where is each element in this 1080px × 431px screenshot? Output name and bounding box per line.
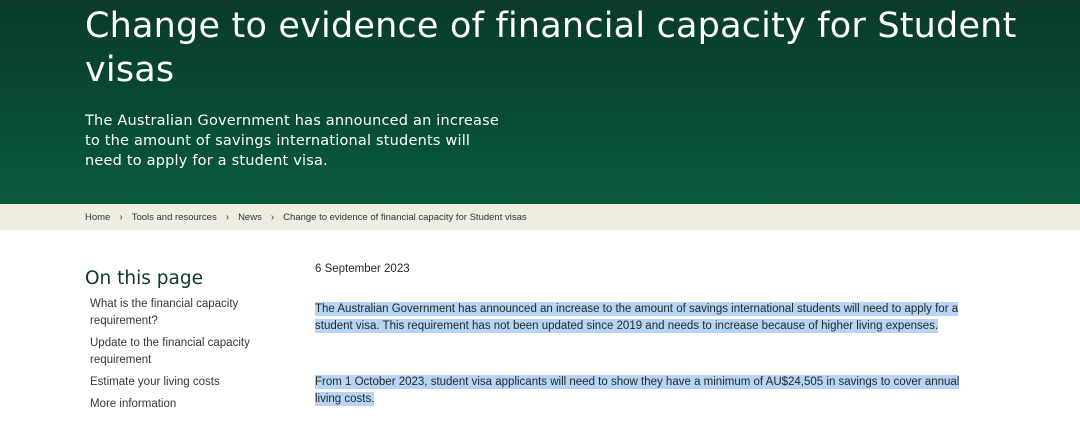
page-intro: The Australian Government has announced … <box>85 113 500 169</box>
chevron-right-icon: › <box>270 211 275 223</box>
breadcrumb: Home › Tools and resources › News › Chan… <box>0 204 1080 230</box>
hero-banner: Change to evidence of financial capacity… <box>0 0 1080 204</box>
breadcrumb-news-link[interactable]: News <box>238 212 262 223</box>
breadcrumb-home-link[interactable]: Home <box>85 212 110 223</box>
toc-list: What is the financial capacity requireme… <box>90 296 290 418</box>
publish-date: 6 September 2023 <box>315 263 410 275</box>
chevron-right-icon: › <box>119 211 123 223</box>
article-paragraph: From 1 October 2023, student visa applic… <box>315 374 980 408</box>
breadcrumb-current: Change to evidence of financial capacity… <box>283 211 527 223</box>
sidebar-title: On this page <box>85 268 204 289</box>
article-paragraph: The Australian Government has announced … <box>315 301 980 335</box>
breadcrumb-tools-link[interactable]: Tools and resources <box>132 212 217 223</box>
paragraph-text: From 1 October 2023, student visa applic… <box>315 375 960 406</box>
toc-item-living-costs[interactable]: Estimate your living costs <box>90 374 290 391</box>
paragraph-text: The Australian Government has announced … <box>315 302 959 333</box>
chevron-right-icon: › <box>225 211 230 223</box>
page-title: Change to evidence of financial capacity… <box>85 6 1017 90</box>
toc-item-more-info[interactable]: More information <box>90 396 290 413</box>
toc-item-financial-capacity[interactable]: What is the financial capacity requireme… <box>90 296 290 330</box>
toc-item-update[interactable]: Update to the financial capacity require… <box>90 335 290 369</box>
